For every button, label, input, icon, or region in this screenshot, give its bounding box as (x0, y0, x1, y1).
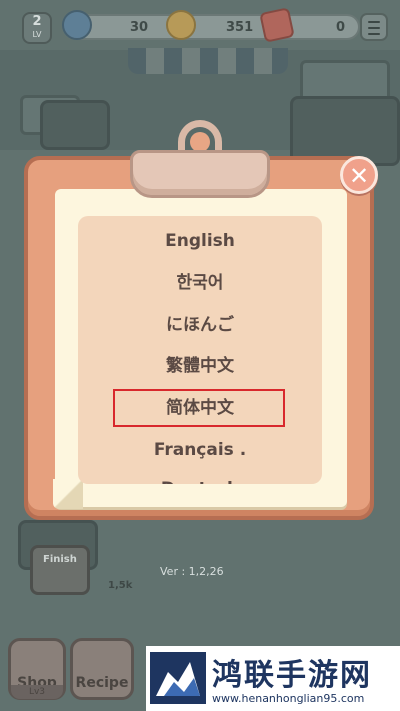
recipe-label: Recipe (75, 675, 129, 691)
language-option-japanese[interactable]: にほんご (78, 310, 322, 340)
version-text: Ver : 1,2,26 (160, 565, 224, 578)
watermark-logo-icon (150, 652, 206, 704)
language-option-english[interactable]: English (78, 226, 322, 256)
recipe-button[interactable]: Recipe (70, 638, 134, 700)
currency-coins: 351 (226, 19, 254, 35)
watermark: 鸿联手游网 www.henanhonglian95.com (146, 646, 400, 711)
menu-icon-line (368, 21, 380, 23)
watermark-title: 鸿联手游网 (212, 658, 372, 693)
ticket-icon (259, 7, 295, 43)
shop-button[interactable]: Shop Lv3 (8, 638, 66, 700)
shop-level: Lv3 (11, 685, 63, 699)
level-badge[interactable]: 2 LV (22, 12, 52, 44)
finish-label: Finish (43, 554, 77, 565)
currency-bar (68, 14, 360, 40)
top-hud: 2 LV 30 351 0 (0, 0, 400, 50)
language-option-french[interactable]: Français . (78, 435, 322, 465)
close-button[interactable]: ✕ (340, 156, 378, 194)
selection-highlight (113, 389, 285, 427)
language-option-german[interactable]: Deutsch (78, 474, 322, 484)
gem-icon (62, 10, 92, 40)
clip-plate (130, 150, 270, 198)
menu-icon-line (368, 33, 380, 35)
close-icon: ✕ (348, 162, 370, 190)
watermark-url: www.henanhonglian95.com (212, 692, 365, 705)
menu-icon-line (368, 27, 380, 29)
clipboard-clip (130, 120, 270, 200)
level-label: LV (32, 30, 42, 39)
currency-gems: 30 (130, 19, 149, 35)
finish-station[interactable]: Finish (30, 545, 90, 595)
coin-icon (166, 10, 196, 40)
language-option-korean[interactable]: 한국어 (78, 268, 322, 298)
clip-hole (190, 132, 210, 152)
level-number: 2 (32, 14, 42, 29)
currency-tickets: 0 (336, 19, 346, 35)
upgrade-cost: 1,5k (108, 580, 133, 591)
menu-button[interactable] (360, 13, 388, 41)
language-option-traditional-chinese[interactable]: 繁體中文 (78, 351, 322, 381)
